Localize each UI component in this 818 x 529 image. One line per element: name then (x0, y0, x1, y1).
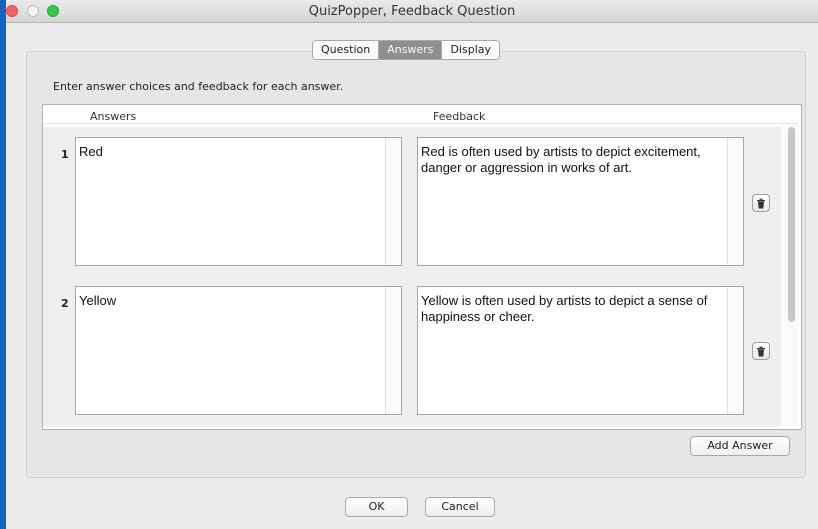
tab-answers[interactable]: Answers (379, 41, 443, 59)
window-title: QuizPopper, Feedback Question (308, 4, 516, 19)
answer-text-scrollbar[interactable] (385, 287, 401, 414)
answer-text-scrollbar[interactable] (385, 138, 401, 265)
feedback-text: Yellow is often used by artists to depic… (421, 293, 708, 324)
delete-answer-button[interactable] (752, 342, 770, 360)
header-divider (43, 123, 799, 124)
title-bar[interactable]: QuizPopper, Feedback Question (6, 0, 818, 23)
answer-text: Yellow (79, 293, 117, 308)
feedback-text-scrollbar[interactable] (727, 138, 743, 265)
answer-text: Red (79, 144, 103, 159)
tab-display[interactable]: Display (442, 41, 499, 59)
feedback-text-area[interactable]: Red is often used by artists to depict e… (417, 137, 744, 266)
tab-question[interactable]: Question (313, 41, 380, 59)
feedback-text-scrollbar[interactable] (727, 287, 743, 414)
trash-icon (757, 346, 765, 356)
tab-strip: Question Answers Display (312, 40, 500, 60)
cancel-button[interactable]: Cancel (425, 497, 495, 517)
row-number: 2 (61, 297, 69, 310)
answer-text-area[interactable]: Red (75, 137, 402, 266)
instructions-text: Enter answer choices and feedback for ea… (53, 80, 344, 93)
answer-text-area[interactable]: Yellow (75, 286, 402, 415)
column-header-answers: Answers (90, 110, 137, 123)
add-answer-button[interactable]: Add Answer (690, 436, 790, 456)
trash-icon (757, 198, 765, 208)
row-number: 1 (61, 148, 69, 161)
feedback-text: Red is often used by artists to depict e… (421, 144, 701, 175)
feedback-text-area[interactable]: Yellow is often used by artists to depic… (417, 286, 744, 415)
delete-answer-button[interactable] (752, 194, 770, 212)
ok-button[interactable]: OK (345, 497, 408, 517)
grid-scrollbar-thumb[interactable] (788, 127, 795, 322)
column-header-feedback: Feedback (433, 110, 486, 123)
